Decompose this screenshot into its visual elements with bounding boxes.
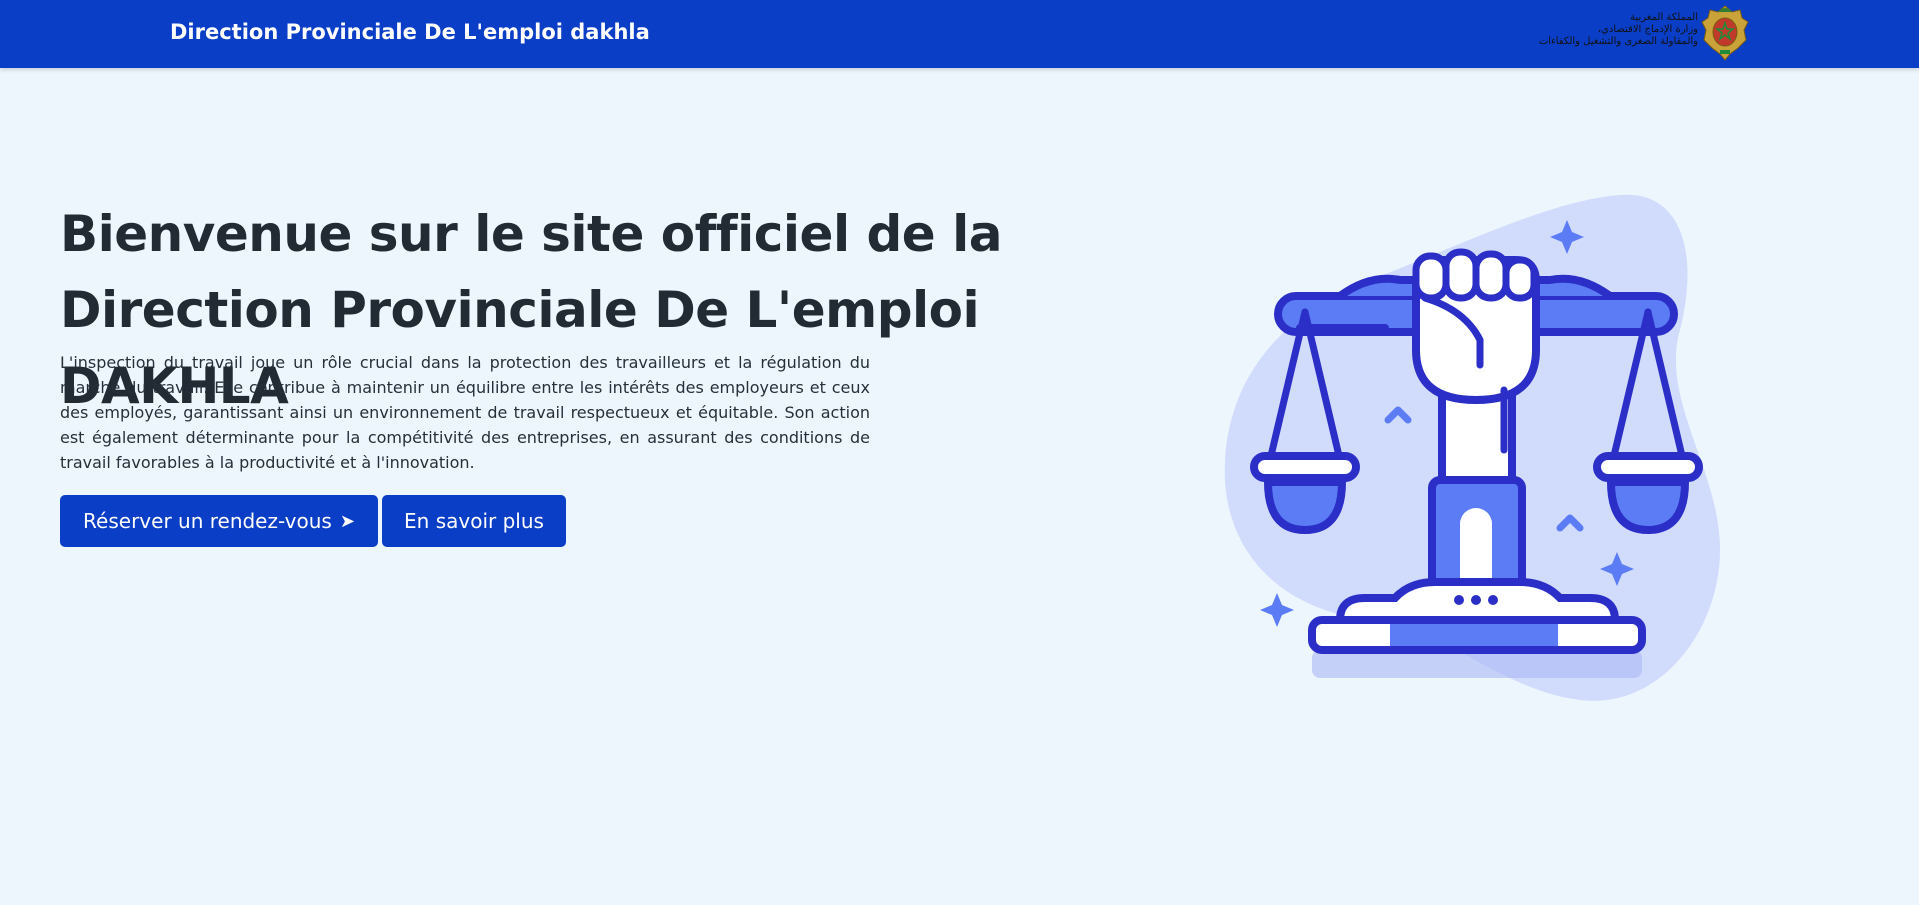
book-appointment-label: Réserver un rendez-vous [83,509,332,533]
ministry-name: المملكة المغربية وزارة الإدماج الاقتصادي… [1539,12,1698,48]
send-arrow-icon: ➤ [339,510,355,532]
ministry-line-2: وزارة الإدماج الاقتصادي، [1597,24,1698,35]
learn-more-label: En savoir plus [404,509,544,533]
ministry-logo[interactable]: المملكة المغربية وزارة الإدماج الاقتصادي… [1539,4,1750,64]
hero-description: L'inspection du travail joue un rôle cru… [60,353,870,472]
ministry-line-3: والمقاولة الصغرى والتشغيل والكفاءات [1538,36,1698,47]
justice-scale-fist-icon [1224,194,1720,701]
site-brand[interactable]: Direction Provinciale De L'emploi dakhla [170,20,650,44]
ministry-line-1: المملكة المغربية [1630,12,1698,23]
coat-of-arms-icon [1701,5,1749,61]
book-appointment-button[interactable]: Réserver un rendez-vous ➤ [60,495,378,547]
learn-more-button[interactable]: En savoir plus [382,495,566,547]
top-navbar: Direction Provinciale De L'emploi dakhla… [0,0,1919,68]
